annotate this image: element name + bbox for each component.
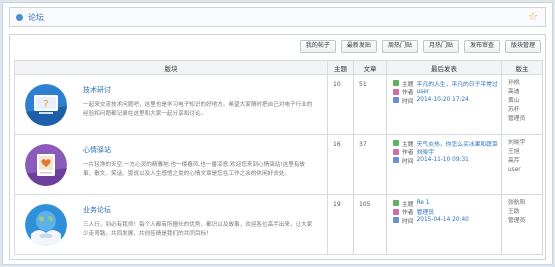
topic-label: 主题 [402,141,414,148]
moderator[interactable]: 王旭 [508,148,542,157]
clock-icon [393,157,399,164]
page-title: 论坛 [28,13,44,22]
board-description: 一起来交流技术问题吧，这里也是学习电子知识的好地方。希望大家随时把自己对电子行业… [83,102,313,117]
mood-board-icon[interactable] [25,144,67,186]
publish-review-button[interactable]: 发布审查 [463,40,500,53]
moderator[interactable]: 管理员 [508,217,542,226]
moderators-cell: 刘晓宇 王旭 高芹 user [501,134,543,195]
moderator[interactable]: 苏杆 [508,106,542,115]
col-moderators: 版主 [501,60,543,75]
board-name[interactable]: 心情驿站 [83,145,111,155]
topic-count: 10 [327,74,354,135]
board-panel: 我的帖子 最新发贴 周热门贴 月热门贴 发布审查 版块管理 版块 主题 文章 最… [9,34,546,260]
last-post-time: 2014-11-10 09:31 [416,157,469,164]
last-topic-link[interactable]: 平凡的人生，平凡的日子平常过 [417,79,498,88]
last-post-cell: 主题 Re 1 作者 管理员 时间 2015-04-14 20:40 [386,194,502,255]
table-header: 版块 主题 文章 最后发表 版主 [14,60,543,75]
moderator[interactable]: 张航阳 [508,199,542,208]
last-topic-link[interactable]: Re 1 [417,200,430,206]
svg-text:?: ? [43,99,48,110]
author-label: 作者 [402,210,414,216]
my-posts-button[interactable]: 我的帖子 [299,40,336,53]
col-topics: 主题 [327,60,354,75]
weekly-hot-button[interactable]: 周热门贴 [381,40,418,53]
moderators-cell: 孙桃 高迪 黄山 苏杆 管理员 [501,74,543,135]
topic-label: 主题 [402,81,414,88]
board-description: 三人行，到必有我师！每个人都有所擅长的优势、都识以及故事，欢迎各位高手出来，让大… [83,222,313,237]
moderator[interactable]: 王助 [508,208,542,217]
table-row: 心情驿站 一片轻净的天空,一方心灵的精雅地,也一缕春风,也一番凉意;欢迎您来到心… [14,134,543,195]
time-label: 时间 [402,218,414,225]
last-author-link[interactable]: 刘晓宇 [417,148,434,156]
col-board: 版块 [14,60,328,75]
board-name[interactable]: 技术研讨 [83,85,111,95]
topic-icon [393,80,399,87]
moderator[interactable]: 高迪 [508,88,542,97]
time-label: 时间 [402,98,414,105]
clock-icon [393,97,399,104]
forum-window: 论坛 ☆ 我的帖子 最新发贴 周热门贴 月热门贴 发布审查 版块管理 版块 主题 [2,2,553,265]
board-manage-button[interactable]: 版块管理 [504,40,541,53]
author-icon [393,208,399,215]
col-posts: 文章 [353,60,387,75]
table-row: ? 技术研讨 一起来交流技术问题吧，这里也是学习电子知识的好地方。希望大家随时把… [14,74,543,135]
forum-dot-icon [16,14,23,21]
board-cell: 业务论坛 三人行，到必有我师！每个人都有所擅长的优势、都识以及故事，欢迎各位高手… [14,194,328,255]
moderators-cell: 张航阳 王助 管理员 [501,194,543,255]
board-cell: 心情驿站 一片轻净的天空,一方心灵的精雅地,也一缕春风,也一番凉意;欢迎您来到心… [14,134,328,195]
author-icon [393,88,399,95]
last-topic-link[interactable]: 天气炎热，你怎么买冰果和蔬菜 [417,139,498,148]
col-last-post: 最后发表 [386,60,502,75]
post-count: 51 [353,74,387,135]
last-author-link[interactable]: 管理员 [417,208,434,216]
clock-icon [393,217,399,224]
topic-icon [393,140,399,147]
author-icon [393,148,399,155]
moderator[interactable]: 高芹 [508,157,542,166]
post-count: 37 [353,134,387,195]
last-post-cell: 主题 平凡的人生，平凡的日子平常过 作者 user 时间 2014-10-20 17:… [386,74,502,135]
tech-board-icon[interactable]: ? [25,84,67,126]
board-description: 一片轻净的天空,一方心灵的精雅地,也一缕春风,也一番凉意;欢迎您来到心情驿站!这… [83,162,306,177]
topic-count: 19 [327,194,354,255]
forum-titlebar: 论坛 ☆ [9,7,546,27]
monthly-hot-button[interactable]: 月热门贴 [422,40,459,53]
board-table: 版块 主题 文章 最后发表 版主 ? 技术研讨 一起来交流技术问题吧，这里也是学… [14,60,543,255]
latest-posts-button[interactable]: 最新发贴 [340,40,377,53]
last-post-cell: 主题 天气炎热，你怎么买冰果和蔬菜 作者 刘晓宇 时间 2014-11-10 09:3… [386,134,502,195]
moderator[interactable]: 管理员 [508,115,542,124]
moderator[interactable]: 孙桃 [508,79,542,88]
last-post-time: 2014-10-20 17:24 [416,97,469,104]
post-count: 105 [353,194,387,255]
toolbar: 我的帖子 最新发贴 周热门贴 月热门贴 发布审查 版块管理 [299,40,541,53]
author-label: 作者 [402,90,414,96]
moderator[interactable]: user [508,166,542,175]
last-author-link[interactable]: user [417,89,430,95]
topic-label: 主题 [402,201,414,208]
business-board-icon[interactable] [25,204,67,246]
last-post-time: 2015-04-14 20:40 [416,217,469,224]
moderator[interactable]: 刘晓宇 [508,139,542,148]
board-cell: ? 技术研讨 一起来交流技术问题吧，这里也是学习电子知识的好地方。希望大家随时把… [14,74,328,135]
author-label: 作者 [402,150,414,156]
moderator[interactable]: 黄山 [508,97,542,106]
board-name[interactable]: 业务论坛 [83,205,111,215]
topic-icon [393,200,399,207]
time-label: 时间 [402,158,414,165]
topic-count: 16 [327,134,354,195]
table-row: 业务论坛 三人行，到必有我师！每个人都有所擅长的优势、都识以及故事，欢迎各位高手… [14,194,543,255]
star-icon[interactable]: ☆ [528,10,538,24]
